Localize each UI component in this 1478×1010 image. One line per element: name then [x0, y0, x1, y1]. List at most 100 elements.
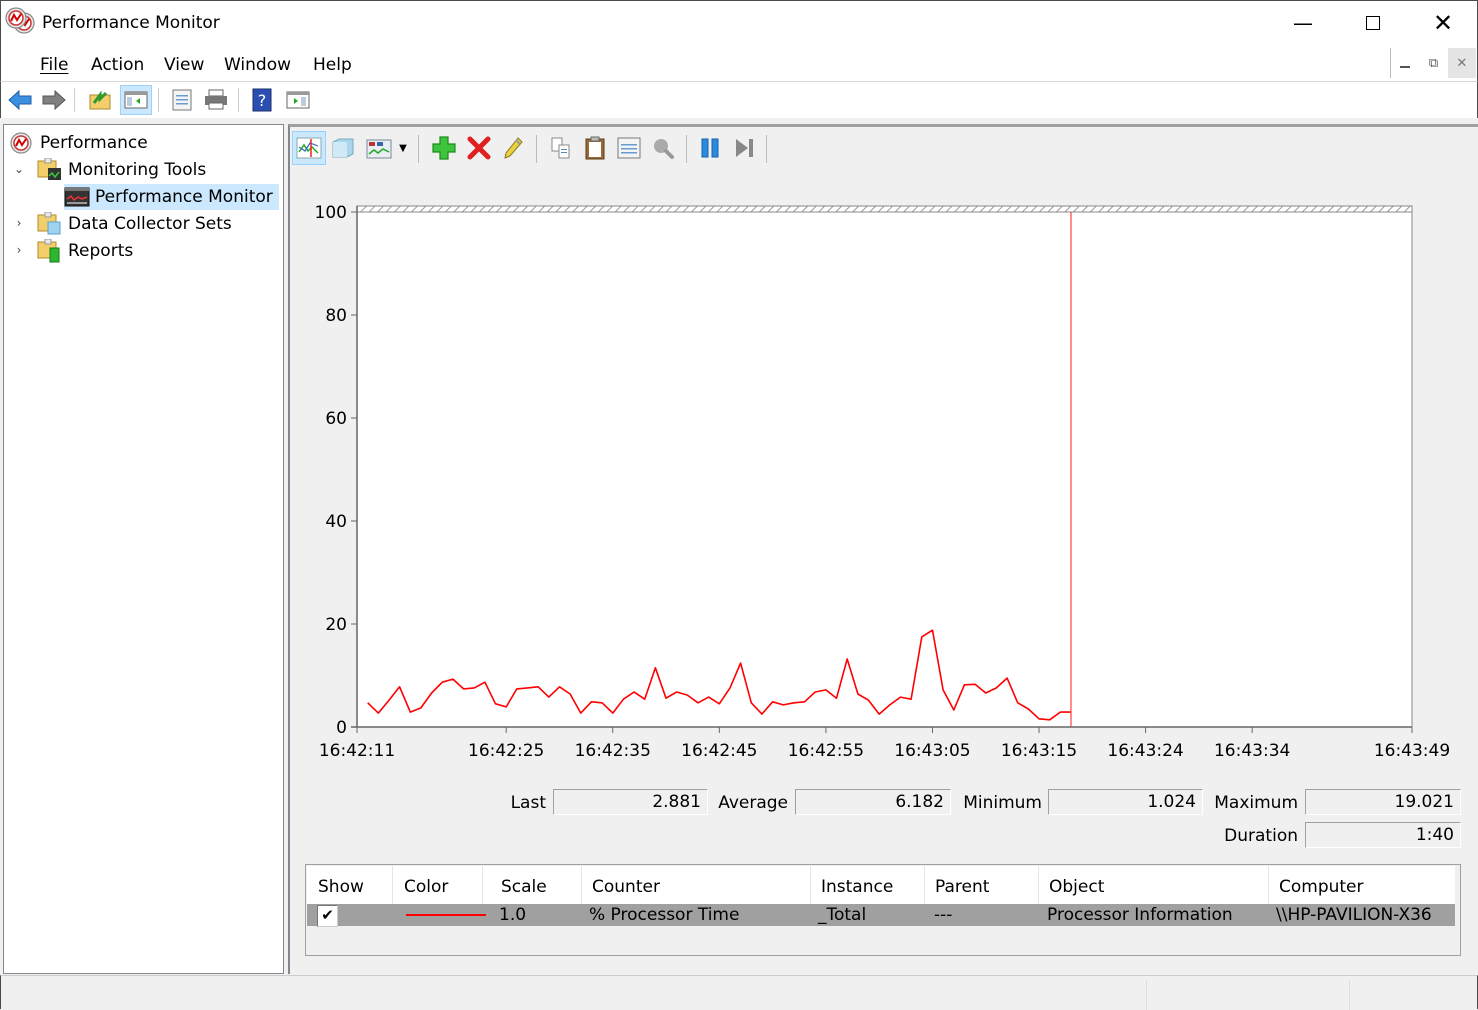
view-log-data-icon [332, 138, 354, 158]
help-button[interactable]: ? [246, 85, 278, 115]
forward-button[interactable] [38, 85, 70, 115]
copy-properties-button[interactable] [544, 131, 578, 165]
menu-window[interactable]: Window [224, 55, 291, 75]
mdi-close-button[interactable]: ✕ [1447, 48, 1476, 78]
change-graph-type-button[interactable] [362, 131, 396, 165]
close-icon: ✕ [1432, 9, 1454, 37]
mdi-window-controls: ⧉ ✕ [1390, 48, 1476, 78]
menu-help[interactable]: Help [313, 55, 352, 75]
cell-scale: 1.0 [499, 905, 527, 925]
performance-monitor-toolbar: ▼ [290, 128, 1476, 168]
legend-header-row: Show Color Scale Counter Instance Parent… [307, 866, 1455, 904]
tree-item-label: Data Collector Sets [68, 214, 232, 234]
toolbar-separator [74, 88, 75, 112]
properties-button-pm[interactable] [612, 131, 646, 165]
column-header-parent[interactable]: Parent [924, 866, 1039, 904]
view-current-activity-button[interactable] [292, 131, 326, 165]
properties-icon [617, 137, 641, 159]
toolbar-separator [158, 88, 159, 112]
maximum-value: 19.021 [1305, 789, 1461, 815]
back-icon [8, 89, 32, 111]
delete-counter-icon [467, 136, 491, 160]
x-tick-label: 16:42:35 [575, 741, 651, 761]
menu-action[interactable]: Action [91, 55, 144, 75]
expand-chevron-icon[interactable]: › [12, 243, 26, 257]
toolbar-separator [686, 135, 687, 163]
minimize-button[interactable]: — [1268, 0, 1338, 46]
tree-item-reports[interactable]: Reports [37, 238, 133, 264]
menu-action-label: Action [91, 55, 145, 75]
y-tick-label: 60 [325, 409, 347, 429]
console-tree: Performance ⌄ Monitoring Tools Performan… [3, 124, 284, 974]
table-row[interactable]: ✔ 1.0 % Processor Time _Total --- Proces… [307, 904, 1455, 927]
cell-object: Processor Information [1047, 905, 1233, 925]
status-bar [0, 975, 1478, 1010]
up-folder-icon [89, 90, 111, 110]
plot-area [356, 205, 1413, 728]
update-data-button[interactable] [728, 131, 762, 165]
column-header-object[interactable]: Object [1038, 866, 1269, 904]
show-hide-action-pane-button[interactable] [282, 85, 314, 115]
column-header-scale[interactable]: Scale [490, 866, 582, 904]
column-header-show[interactable]: Show [307, 866, 393, 904]
duration-label: Duration [1224, 826, 1298, 846]
menu-bar [0, 46, 1478, 82]
y-tick-label: 80 [325, 306, 347, 326]
toolbar-separator [766, 135, 767, 163]
mdi-restore-button[interactable]: ⧉ [1419, 48, 1447, 78]
maximize-button[interactable] [1338, 0, 1408, 46]
column-header-computer[interactable]: Computer [1268, 866, 1455, 904]
menu-view[interactable]: View [164, 55, 204, 75]
over-range-hatch [356, 205, 1413, 213]
collapse-chevron-icon[interactable]: ⌄ [12, 162, 26, 176]
show-checkbox[interactable]: ✔ [317, 905, 338, 927]
paste-counter-list-button[interactable] [578, 131, 612, 165]
x-tick-label: 16:42:45 [681, 741, 757, 761]
up-one-level-button[interactable] [84, 85, 116, 115]
print-icon [205, 89, 227, 110]
duration-value: 1:40 [1305, 822, 1461, 848]
menu-file[interactable]: File [40, 55, 68, 75]
freeze-display-button[interactable] [693, 131, 727, 165]
update-data-icon [736, 139, 753, 157]
y-tick-label: 20 [325, 615, 347, 635]
tree-item-label: Performance Monitor [95, 187, 273, 207]
y-axis: 0 20 40 60 80 100 [315, 203, 358, 738]
x-tick-label: 16:43:15 [1001, 741, 1077, 761]
tree-item-performance-monitor[interactable]: Performance Monitor [64, 184, 279, 210]
view-current-activity-icon [296, 137, 322, 159]
performance-chart[interactable]: 020406080100 16:42:11 16:42:25 16:42:35 16:… [290, 180, 1470, 770]
graph-type-dropdown[interactable]: ▼ [394, 131, 412, 165]
maximum-label: Maximum [1214, 793, 1298, 813]
back-button[interactable] [4, 85, 36, 115]
tree-item-monitoring-tools[interactable]: Monitoring Tools [37, 157, 206, 183]
tree-item-label: Reports [68, 241, 134, 261]
average-value: 6.182 [795, 789, 951, 815]
delete-counter-button[interactable] [462, 131, 496, 165]
column-header-counter[interactable]: Counter [581, 866, 811, 904]
system-menu-icon[interactable] [5, 7, 27, 29]
status-separator [1146, 980, 1147, 1010]
column-header-color[interactable]: Color [393, 866, 483, 904]
add-counter-button[interactable] [427, 131, 461, 165]
toolbar-separator [536, 135, 537, 163]
mdi-restore-icon: ⧉ [1428, 55, 1439, 71]
close-button[interactable]: ✕ [1408, 0, 1478, 46]
tree-item-data-collector-sets[interactable]: Data Collector Sets [37, 211, 232, 237]
print-button[interactable] [200, 85, 232, 115]
view-log-data-button[interactable] [326, 131, 360, 165]
x-tick-label: 16:43:24 [1107, 741, 1183, 761]
last-value: 2.881 [553, 789, 708, 815]
mdi-minimize-button[interactable] [1391, 48, 1419, 78]
zoom-button[interactable] [646, 131, 680, 165]
expand-chevron-icon[interactable]: › [12, 216, 26, 230]
column-header-instance[interactable]: Instance [810, 866, 925, 904]
properties-button[interactable] [166, 85, 198, 115]
menu-window-label: Window [224, 55, 292, 75]
highlight-button[interactable] [496, 131, 530, 165]
tree-item-performance[interactable]: Performance [9, 130, 148, 156]
show-hide-console-tree-button[interactable] [120, 85, 152, 115]
tree-item-label: Monitoring Tools [68, 160, 207, 180]
add-counter-icon [432, 136, 456, 160]
cell-counter: % Processor Time [589, 905, 740, 925]
